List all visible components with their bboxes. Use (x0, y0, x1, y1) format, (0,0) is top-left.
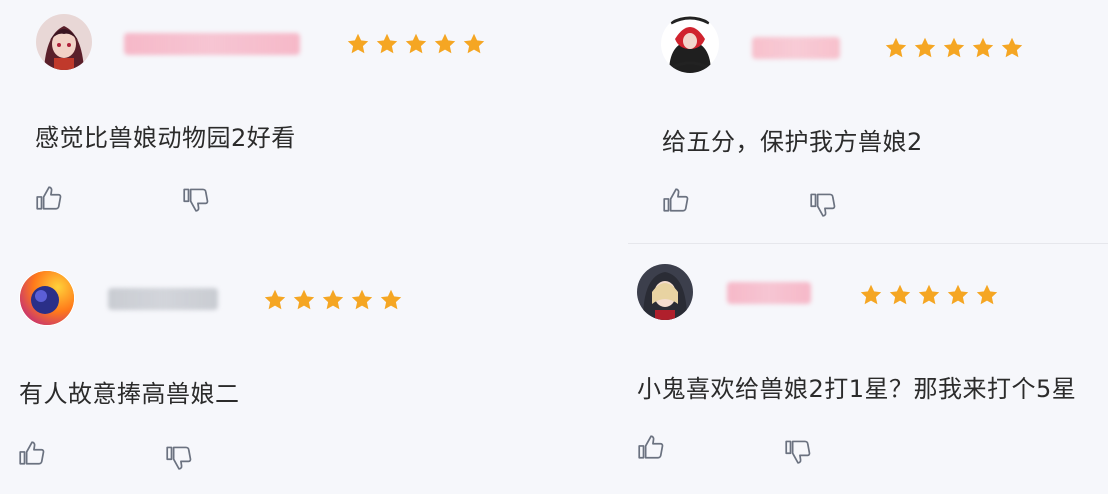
rating-stars (884, 36, 1024, 60)
star-icon (347, 33, 369, 54)
star-icon (947, 284, 969, 305)
user-avatar[interactable] (661, 15, 719, 73)
star-icon (972, 37, 994, 58)
thumbs-up-icon (36, 186, 62, 210)
dislike-button[interactable] (783, 435, 813, 465)
username-blurred (727, 282, 811, 304)
star-icon (463, 33, 485, 54)
star-icon (351, 289, 373, 310)
section-divider (628, 243, 1108, 244)
star-icon (889, 284, 911, 305)
thumbs-up-icon (663, 188, 689, 212)
thumbs-up-icon (19, 441, 45, 465)
username-blurred (108, 288, 218, 310)
username-blurred (752, 37, 840, 59)
thumbs-down-icon (810, 193, 836, 217)
star-icon (264, 289, 286, 310)
comment-text: 有人故意捧高兽娘二 (19, 380, 240, 408)
comment-text: 感觉比兽娘动物园2好看 (35, 124, 296, 152)
thumbs-up-icon (638, 435, 664, 459)
like-button[interactable] (661, 185, 691, 215)
red-hood-character-avatar-icon (661, 15, 719, 73)
star-icon (976, 284, 998, 305)
star-icon (914, 37, 936, 58)
dislike-button[interactable] (164, 441, 194, 471)
dislike-button[interactable] (808, 188, 838, 218)
star-icon (376, 33, 398, 54)
star-icon (1001, 37, 1023, 58)
username-blurred (124, 33, 300, 55)
dislike-button[interactable] (181, 183, 211, 213)
rating-stars (263, 288, 403, 312)
thumbs-down-icon (166, 446, 192, 470)
star-icon (885, 37, 907, 58)
rating-stars (346, 32, 486, 56)
like-button[interactable] (17, 438, 47, 468)
user-avatar[interactable] (36, 14, 92, 70)
thumbs-down-icon (183, 188, 209, 212)
like-button[interactable] (34, 183, 64, 213)
star-icon (943, 37, 965, 58)
rating-stars (859, 283, 999, 307)
comment-text: 小鬼喜欢给兽娘2打1星？那我来打个5星 (637, 375, 1077, 403)
user-avatar[interactable] (637, 264, 693, 320)
star-icon (434, 33, 456, 54)
anime-girl-avatar-icon (36, 14, 92, 70)
star-icon (322, 289, 344, 310)
like-button[interactable] (636, 432, 666, 462)
user-avatar[interactable] (19, 270, 75, 326)
star-icon (860, 284, 882, 305)
star-icon (405, 33, 427, 54)
star-icon (293, 289, 315, 310)
star-icon (380, 289, 402, 310)
star-icon (918, 284, 940, 305)
thumbs-down-icon (785, 440, 811, 464)
hooded-character-avatar-icon (637, 264, 693, 320)
comment-text: 给五分，保护我方兽娘2 (662, 128, 923, 156)
orange-globe-logo-avatar-icon (19, 270, 75, 326)
